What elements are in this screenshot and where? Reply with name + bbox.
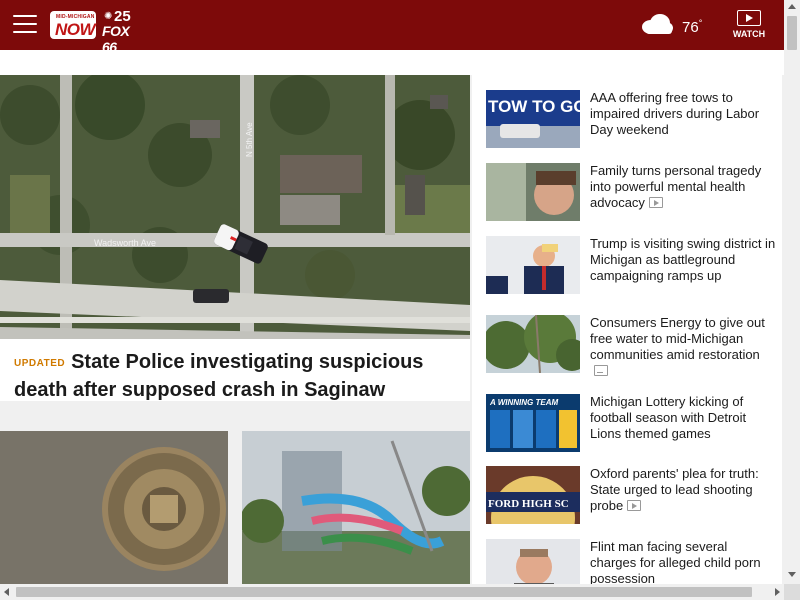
story-headline[interactable]: Family turns personal tragedy into power… [590,163,776,211]
logo-now-text: NOW [55,20,96,39]
story-thumbnail[interactable] [486,315,580,373]
story-thumbnail[interactable] [486,539,580,584]
horizontal-scrollbar[interactable] [0,584,784,600]
story-item[interactable]: Flint man facing several charges for all… [486,539,780,584]
story-headline-text: Michigan Lottery kicking of football sea… [590,394,747,441]
story-thumbnail[interactable]: A WINNING TEAM [486,394,580,452]
hero-headline-card[interactable]: UPDATED State Police investigating suspic… [0,339,470,401]
ad-spacer [0,50,784,75]
water-park-picture [242,431,470,584]
video-icon [627,500,642,511]
nbc25-fox66-logo[interactable]: ✺ 25 FOX 66 [102,8,142,55]
top-stories-sidebar: TOW TO GO AAA offering free tows to impa… [472,75,782,584]
thumb-text: FORD HIGH SC [488,498,569,510]
story-headline-text: Oxford parents' plea for truth: State ur… [590,466,759,513]
temperature-value: 76 [682,19,699,36]
mid-michigan-now-logo[interactable]: MID-MICHIGAN NOW [50,11,96,39]
water-park-image[interactable] [242,431,470,584]
story-headline-text: AAA offering free tows to impaired drive… [590,90,760,137]
degree-symbol: ° [698,18,703,28]
story-headline-text: Consumers Energy to give out free water … [590,315,765,362]
cloud-icon[interactable] [640,13,674,35]
scrollbar-corner [784,584,800,600]
gallery-icon [594,365,608,376]
story-thumbnail[interactable] [486,163,580,221]
street-label-5th: N 5th Ave [245,122,254,157]
story-item[interactable]: TOW TO GO AAA offering free tows to impa… [486,90,780,154]
scroll-left-arrow-icon[interactable] [4,588,9,596]
watch-button[interactable]: WATCH [730,10,768,42]
story-headline-text: Family turns personal tragedy into power… [590,163,762,210]
story-item[interactable]: Family turns personal tragedy into power… [486,163,780,227]
peacock-icon: ✺ [104,11,113,22]
main-column: Wadsworth Ave N 5th Ave UPDATED State Pol… [0,75,470,584]
video-icon [648,197,663,208]
hero-headline[interactable]: UPDATED State Police investigating suspic… [14,349,456,403]
story-thumbnail[interactable] [486,236,580,294]
thumb-text: TOW TO GO [488,97,580,116]
play-icon [737,10,761,26]
story-headline[interactable]: Oxford parents' plea for truth: State ur… [590,466,776,514]
watch-label: WATCH [732,29,766,39]
story-headline[interactable]: Flint man facing several charges for all… [590,539,776,584]
story-headline-text: Trump is visiting swing district in Mich… [590,236,776,283]
story-headline[interactable]: AAA offering free tows to impaired drive… [590,90,776,138]
fbi-seal-image[interactable] [0,431,228,584]
site-header: MID-MICHIGAN NOW ✺ 25 FOX 66 76° WATCH [0,0,784,55]
horizontal-scroll-thumb[interactable] [16,587,752,597]
story-item[interactable]: A WINNING TEAM Michigan Lottery kicking … [486,394,780,458]
thumb-text: A WINNING TEAM [489,398,558,407]
story-thumbnail[interactable]: TOW TO GO [486,90,580,148]
scroll-down-arrow-icon[interactable] [788,572,796,577]
story-item[interactable]: Trump is visiting swing district in Mich… [486,236,780,300]
street-label-wadsworth: Wadsworth Ave [94,238,156,248]
story-headline[interactable]: Michigan Lottery kicking of football sea… [590,394,776,442]
aerial-map-image: Wadsworth Ave N 5th Ave [0,75,470,339]
hero-title-text: State Police investigating suspicious de… [14,351,424,401]
hamburger-menu-icon[interactable] [13,15,37,35]
fbi-seal-picture [0,431,228,584]
scroll-right-arrow-icon[interactable] [775,588,780,596]
story-headline[interactable]: Trump is visiting swing district in Mich… [590,236,776,284]
vertical-scroll-thumb[interactable] [787,16,797,50]
story-item[interactable]: FORD HIGH SC Oxford parents' plea for tr… [486,466,780,530]
updated-badge: UPDATED [14,358,66,369]
scroll-up-arrow-icon[interactable] [788,4,796,9]
vertical-scrollbar[interactable] [784,0,800,584]
temperature-readout[interactable]: 76° [682,18,702,36]
story-thumbnail[interactable]: FORD HIGH SC [486,466,580,524]
hero-image[interactable]: Wadsworth Ave N 5th Ave [0,75,470,339]
story-headline-text: Flint man facing several charges for all… [590,539,761,584]
story-item[interactable]: Consumers Energy to give out free water … [486,315,780,379]
story-headline[interactable]: Consumers Energy to give out free water … [590,315,776,379]
